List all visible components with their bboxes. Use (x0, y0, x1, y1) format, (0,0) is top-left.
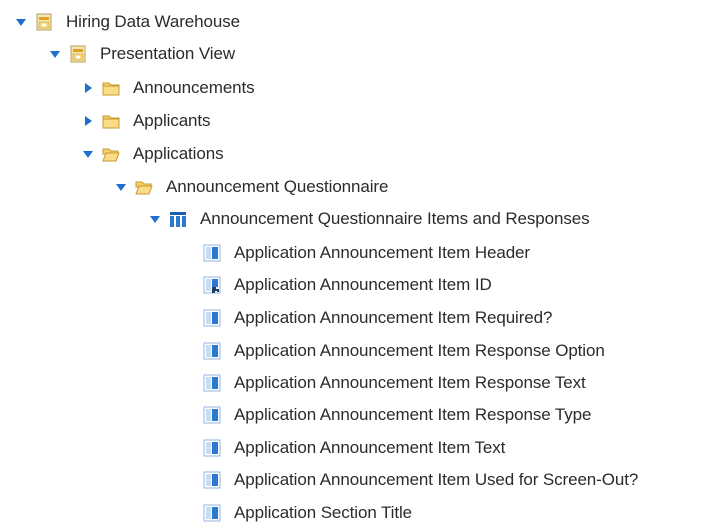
tree-item-column[interactable]: Application Section Title (203, 501, 412, 525)
package-icon (35, 13, 53, 31)
collapse-toggle-icon[interactable] (82, 148, 94, 160)
column-icon (203, 374, 221, 392)
tree-node-hiring-data-warehouse[interactable]: Hiring Data Warehouse (15, 10, 240, 34)
tree-item-column[interactable]: Application Announcement Item Response T… (203, 371, 586, 395)
tree-node-announcements[interactable]: Announcements (82, 76, 255, 100)
tree-item-column[interactable]: Application Announcement Item Header (203, 241, 530, 265)
tree-item-key-column[interactable]: Application Announcement Item ID (203, 273, 492, 297)
tree-node-label: Applicants (133, 111, 211, 130)
expand-toggle-icon[interactable] (15, 16, 27, 28)
tree-node-label: Announcement Questionnaire Items and Res… (200, 209, 590, 228)
collapse-toggle-icon[interactable] (115, 181, 127, 193)
tree-node-applications[interactable]: Applications (82, 142, 224, 166)
column-icon (203, 406, 221, 424)
tree-item-column[interactable]: Application Announcement Item Text (203, 436, 505, 460)
column-icon (203, 439, 221, 457)
tree-item-label: Application Announcement Item Header (234, 243, 530, 262)
column-icon (203, 504, 221, 522)
expand-toggle-icon[interactable] (82, 82, 94, 94)
tree-item-column[interactable]: Application Announcement Item Response O… (203, 339, 605, 363)
collapse-toggle-icon[interactable] (149, 213, 161, 225)
tree-item-label: Application Announcement Item ID (234, 275, 492, 294)
tree-node-label: Hiring Data Warehouse (66, 12, 240, 31)
tree-item-label: Application Announcement Item Response T… (234, 373, 586, 392)
package-icon (69, 45, 87, 63)
tree-item-column[interactable]: Application Announcement Item Used for S… (203, 468, 638, 492)
tree-item-column[interactable]: Application Announcement Item Response T… (203, 403, 591, 427)
expand-toggle-icon[interactable] (49, 48, 61, 60)
table-icon (169, 210, 187, 228)
tree-node-label: Announcements (133, 78, 255, 97)
tree-node-presentation-view[interactable]: Presentation View (49, 42, 235, 66)
column-icon (203, 342, 221, 360)
folder-closed-icon (102, 112, 120, 130)
tree-node-label: Presentation View (100, 44, 236, 63)
tree-item-label: Application Section Title (234, 503, 412, 522)
tree-item-label: Application Announcement Item Used for S… (234, 470, 639, 489)
tree-item-label: Application Announcement Item Text (234, 438, 506, 457)
key-column-icon (203, 276, 221, 294)
column-icon (203, 309, 221, 327)
tree-node-query-subject[interactable]: Announcement Questionnaire Items and Res… (149, 207, 590, 231)
tree-node-applicants[interactable]: Applicants (82, 109, 211, 133)
folder-open-icon (135, 178, 153, 196)
expand-toggle-icon[interactable] (82, 115, 94, 127)
tree-node-announcement-questionnaire[interactable]: Announcement Questionnaire (115, 175, 388, 199)
folder-closed-icon (102, 79, 120, 97)
tree-node-label: Announcement Questionnaire (166, 177, 389, 196)
column-icon (203, 244, 221, 262)
tree-item-label: Application Announcement Item Response T… (234, 405, 592, 424)
tree-node-label: Applications (133, 144, 224, 163)
tree-item-label: Application Announcement Item Response O… (234, 341, 605, 360)
tree-item-column[interactable]: Application Announcement Item Required? (203, 306, 552, 330)
tree-item-label: Application Announcement Item Required? (234, 308, 553, 327)
column-icon (203, 471, 221, 489)
folder-open-icon (102, 145, 120, 163)
